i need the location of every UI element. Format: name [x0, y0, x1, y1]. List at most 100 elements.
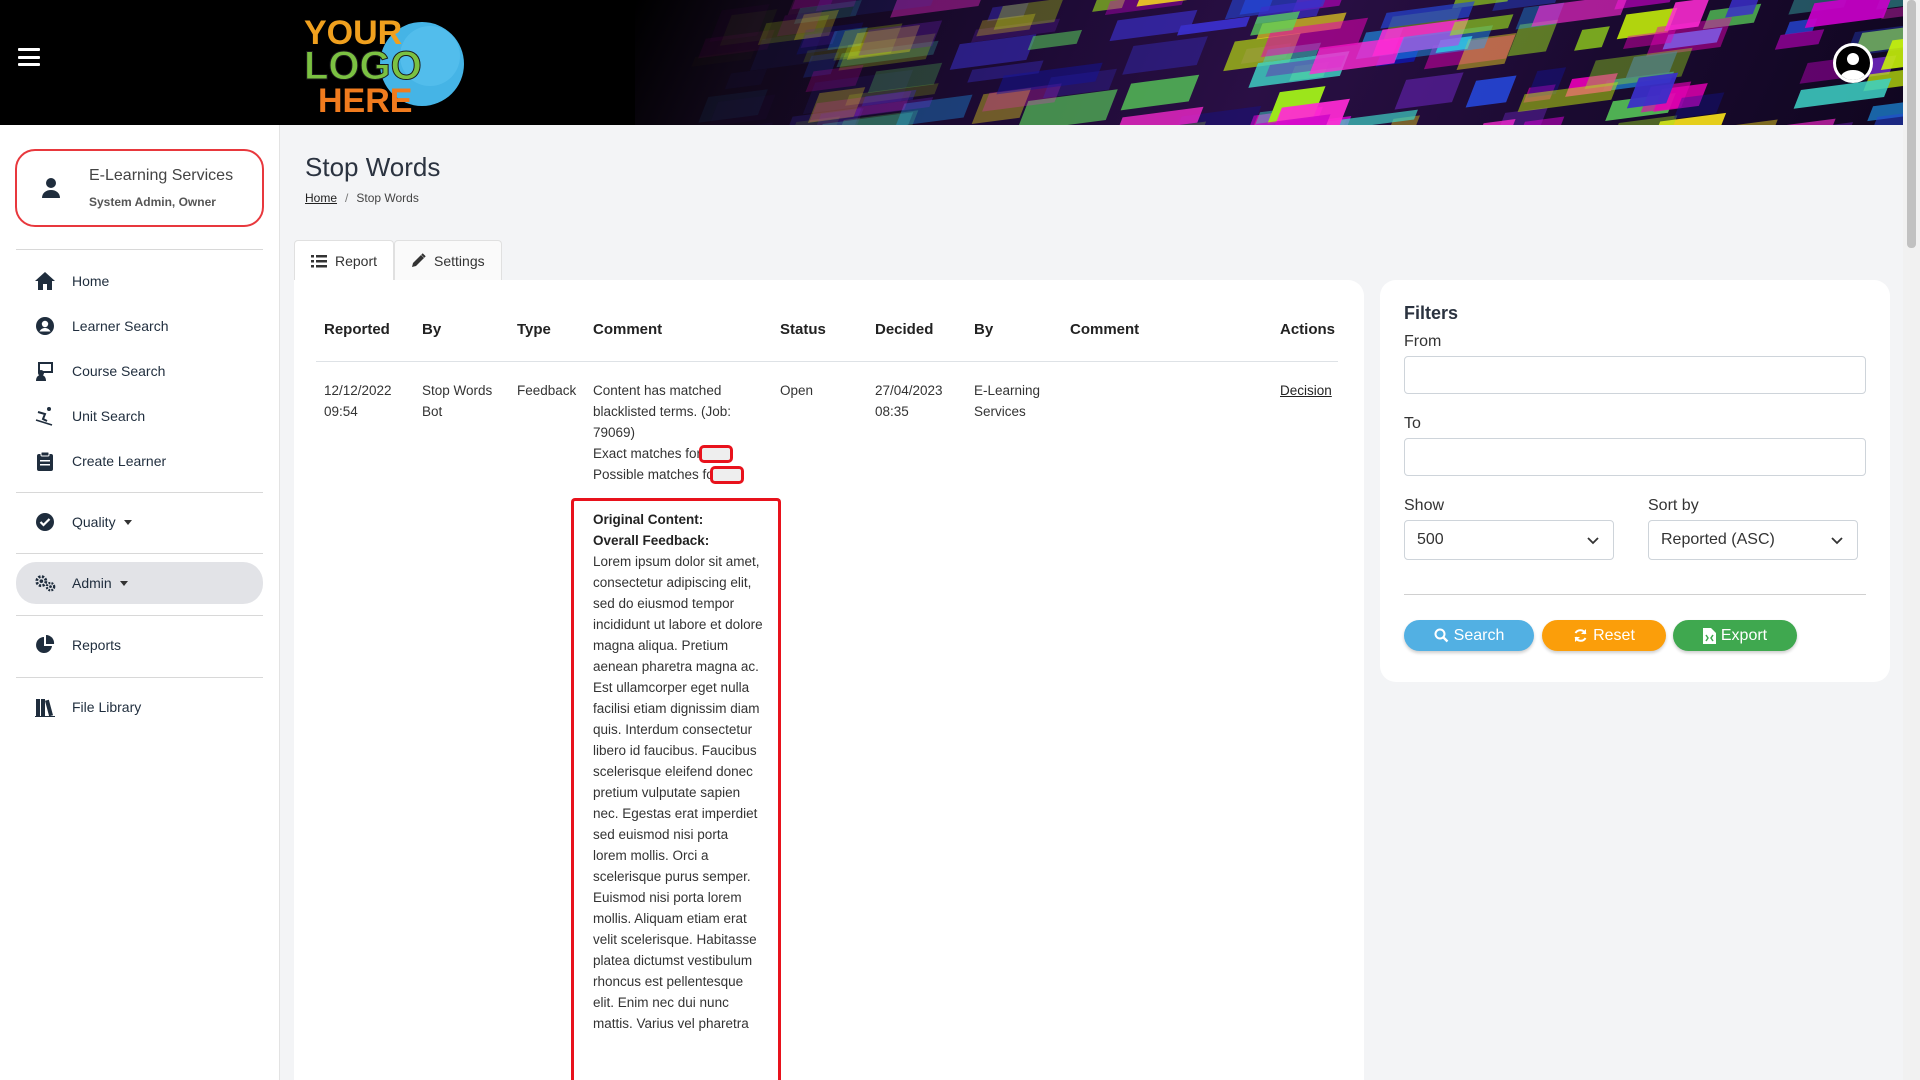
column-header-decision-comment[interactable]: Comment	[1070, 321, 1139, 338]
user-profile-card[interactable]: E-Learning Services System Admin, Owner	[15, 149, 264, 227]
chevron-down-icon	[119, 580, 128, 586]
column-header-status[interactable]: Status	[780, 321, 826, 338]
sidebar-item-reports[interactable]: Reports	[16, 624, 263, 666]
show-select-value: 500	[1417, 531, 1444, 548]
user-name: E-Learning Services	[89, 167, 234, 184]
gears-icon	[34, 572, 56, 594]
user-avatar-icon[interactable]	[1833, 43, 1873, 83]
sidebar-divider	[16, 249, 263, 250]
cell-decided: 27/04/2023 08:35	[875, 383, 943, 419]
tab-bar: Report Settings	[294, 240, 502, 280]
sidebar-item-label: Reports	[72, 637, 122, 653]
breadcrumb-separator: /	[345, 191, 349, 205]
sidebar-item-quality[interactable]: Quality	[16, 501, 263, 543]
page-scrollbar[interactable]	[1903, 0, 1920, 1080]
redacted-term	[709, 466, 744, 485]
search-button[interactable]: Search	[1404, 620, 1534, 651]
header-banner-image	[635, 0, 1903, 125]
user-circle-icon	[34, 315, 56, 337]
chevron-down-icon	[1831, 537, 1843, 545]
cell-reported-by: Stop Words Bot	[422, 383, 493, 419]
banner-tile	[1574, 26, 1611, 51]
banner-tile	[1474, 118, 1516, 125]
sort-select-value: Reported (ASC)	[1661, 531, 1775, 548]
home-icon	[34, 270, 56, 292]
user-icon	[31, 168, 71, 208]
cell-actions: Decision	[1280, 380, 1332, 401]
banner-tile	[1393, 72, 1464, 111]
sidebar-item-admin[interactable]: Admin	[16, 562, 263, 604]
banner-tile	[1714, 119, 1779, 125]
column-header-decided[interactable]: Decided	[875, 321, 933, 338]
tab-label: Report	[335, 252, 378, 269]
sidebar-item-unit-search[interactable]: Unit Search	[16, 395, 263, 437]
sort-select[interactable]: Reported (ASC)	[1648, 520, 1858, 560]
search-button-label: Search	[1453, 626, 1505, 644]
sidebar-item-course-search[interactable]: Course Search	[16, 350, 263, 392]
export-button-label: Export	[1720, 626, 1768, 644]
banner-tile	[1531, 0, 1630, 27]
reset-button[interactable]: Reset	[1542, 620, 1666, 651]
refresh-icon	[1573, 628, 1588, 643]
sidebar-item-label: Quality	[72, 514, 116, 530]
chevron-down-icon	[1587, 537, 1599, 545]
breadcrumb-home-link[interactable]: Home	[305, 191, 337, 205]
banner-tile	[1120, 74, 1200, 110]
tab-settings[interactable]: Settings	[394, 240, 502, 280]
exact-matches-text: Exact matches for	[593, 446, 702, 461]
sidebar-item-file-library[interactable]: File Library	[16, 686, 263, 728]
decision-link[interactable]: Decision	[1280, 383, 1332, 398]
books-icon	[34, 696, 56, 718]
sidebar-item-label: Create Learner	[72, 453, 167, 469]
column-header-type[interactable]: Type	[517, 321, 551, 338]
original-content-highlight: Original Content: Overall Feedback: Lore…	[571, 498, 781, 1080]
reset-button-label: Reset	[1593, 626, 1635, 644]
banner-tile	[1465, 75, 1517, 109]
breadcrumb-current: Stop Words	[356, 191, 419, 205]
show-select[interactable]: 500	[1404, 520, 1614, 560]
filters-panel: Filters From To Show 500 Sort by Reporte…	[1380, 280, 1890, 682]
sidebar-item-home[interactable]: Home	[16, 260, 263, 302]
table-header-divider	[316, 361, 1338, 362]
export-button[interactable]: Export	[1673, 620, 1797, 651]
skiing-icon	[34, 405, 56, 427]
menu-toggle-icon[interactable]	[18, 48, 40, 66]
from-date-input[interactable]	[1404, 356, 1866, 394]
column-header-comment[interactable]: Comment	[593, 321, 662, 338]
to-date-input[interactable]	[1404, 438, 1866, 476]
possible-matches-text: Possible matches fo	[593, 467, 714, 482]
sidebar-item-label: Course Search	[72, 363, 166, 379]
banner-tile	[1116, 106, 1204, 125]
banner-tile	[1122, 35, 1208, 75]
page-title: Stop Words	[305, 152, 441, 182]
column-header-by[interactable]: By	[422, 321, 441, 338]
sidebar-item-label: File Library	[72, 699, 142, 715]
cell-status: Open	[780, 383, 814, 398]
sidebar-divider	[16, 615, 263, 616]
breadcrumb: Home / Stop Words	[305, 191, 419, 205]
show-label: Show	[1404, 497, 1445, 514]
tab-label: Settings	[434, 252, 485, 269]
sidebar-divider	[16, 677, 263, 678]
column-header-reported[interactable]: Reported	[324, 321, 390, 338]
list-icon	[311, 254, 327, 268]
sidebar-item-create-learner[interactable]: Create Learner	[16, 440, 263, 482]
to-label: To	[1404, 415, 1421, 432]
sidebar-item-learner-search[interactable]: Learner Search	[16, 305, 263, 347]
cell-type: Feedback	[517, 383, 577, 398]
banner-tile	[724, 69, 767, 90]
filters-title: Filters	[1404, 303, 1459, 323]
column-header-decided-by[interactable]: By	[974, 321, 993, 338]
scrollbar-thumb[interactable]	[1907, 0, 1916, 248]
banner-tile	[1804, 0, 1894, 28]
from-label: From	[1404, 333, 1442, 350]
filters-divider	[1404, 594, 1866, 595]
possible-matches-line: Possible matches fo	[593, 464, 763, 485]
svg-text:HERE: HERE	[318, 82, 412, 117]
report-table-card: Reported By Type Comment Status Decided …	[294, 280, 1364, 1080]
original-content-label: Original Content:	[593, 512, 704, 527]
user-role: System Admin, Owner	[89, 195, 216, 209]
tab-report[interactable]: Report	[294, 240, 395, 280]
clipboard-icon	[34, 450, 56, 472]
exact-matches-line: Exact matches for	[593, 443, 763, 464]
